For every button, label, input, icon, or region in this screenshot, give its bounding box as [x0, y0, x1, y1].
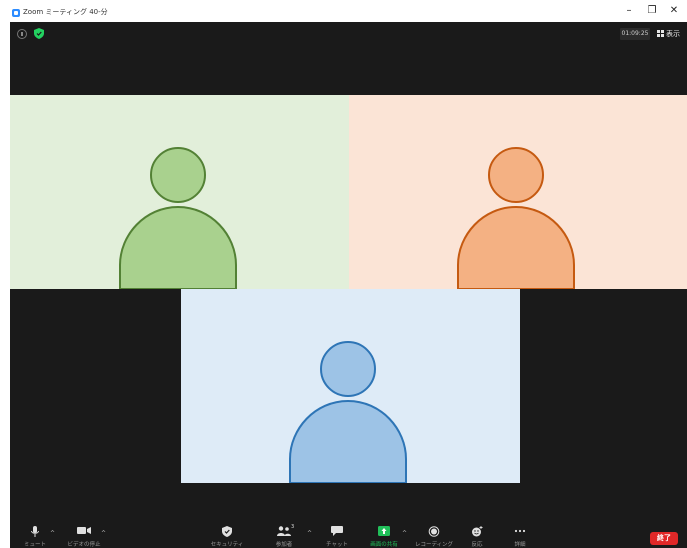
- share-screen-button[interactable]: 画面の共有: [370, 526, 398, 548]
- close-button[interactable]: ✕: [667, 5, 681, 17]
- meeting-toolbar: ミュート ^ ビデオの停止 ^ セキュリティ 3 参加者 ^ チャット 画面の共…: [10, 524, 687, 548]
- participants-count: 3: [291, 524, 295, 530]
- record-button[interactable]: レコーディング: [415, 526, 453, 548]
- mute-button[interactable]: ミュート: [24, 526, 46, 548]
- share-screen-icon: [378, 526, 390, 536]
- microphone-icon: [31, 526, 39, 537]
- zoom-app-icon: [12, 9, 20, 17]
- minimize-button[interactable]: –: [622, 5, 636, 17]
- security-shield-icon: [222, 526, 232, 537]
- audio-options-chevron-icon[interactable]: ^: [50, 530, 55, 537]
- participants-label: 参加者: [275, 542, 293, 548]
- avatar-placeholder-icon: [119, 147, 237, 289]
- stop-video-label: ビデオの停止: [67, 542, 101, 548]
- security-button[interactable]: セキュリティ: [211, 526, 243, 548]
- window-title: Zoom ミーティング 40-分: [23, 8, 108, 16]
- chat-button[interactable]: チャット: [326, 526, 348, 548]
- participants-icon: [277, 526, 291, 536]
- share-screen-label: 画面の共有: [370, 542, 398, 548]
- security-label: セキュリティ: [210, 542, 244, 548]
- stop-video-button[interactable]: ビデオの停止: [67, 526, 101, 548]
- participants-button[interactable]: 3 参加者: [274, 524, 295, 548]
- share-options-chevron-icon[interactable]: ^: [402, 530, 407, 537]
- video-camera-icon: [77, 527, 91, 534]
- participant-tile-1[interactable]: [10, 95, 349, 289]
- avatar-placeholder-icon: [289, 341, 407, 483]
- meeting-timer: 01:09:25: [620, 28, 650, 40]
- chat-bubble-icon: [331, 526, 343, 536]
- view-button[interactable]: 表示: [657, 28, 680, 40]
- video-options-chevron-icon[interactable]: ^: [101, 530, 106, 537]
- reactions-button[interactable]: 反応: [470, 526, 484, 548]
- grid-view-icon: [657, 30, 664, 37]
- encryption-shield-icon[interactable]: [34, 28, 44, 39]
- end-meeting-button[interactable]: 終了: [650, 532, 678, 545]
- more-label: 詳細: [514, 542, 526, 548]
- mute-label: ミュート: [23, 542, 46, 548]
- view-label: 表示: [666, 30, 680, 38]
- participants-options-chevron-icon[interactable]: ^: [307, 530, 312, 537]
- zoom-window: Zoom ミーティング 40-分 – ❐ ✕ 01:09:25 表示 ミュート …: [0, 0, 687, 548]
- meeting-area: 01:09:25 表示 ミュート ^ ビデオの停止 ^ セキュリティ 3 参加者…: [10, 22, 687, 548]
- participant-tile-3[interactable]: [181, 289, 520, 483]
- reaction-emoji-icon: [472, 526, 483, 537]
- record-icon: [428, 526, 440, 537]
- more-button[interactable]: 詳細: [513, 526, 527, 548]
- restore-button[interactable]: ❐: [645, 5, 659, 17]
- participant-tile-2[interactable]: [349, 95, 687, 289]
- chat-label: チャット: [326, 542, 348, 548]
- meeting-info-icon[interactable]: [17, 29, 27, 39]
- more-dots-icon: [514, 529, 526, 533]
- avatar-placeholder-icon: [457, 147, 575, 289]
- title-bar: Zoom ミーティング 40-分 – ❐ ✕: [0, 0, 687, 22]
